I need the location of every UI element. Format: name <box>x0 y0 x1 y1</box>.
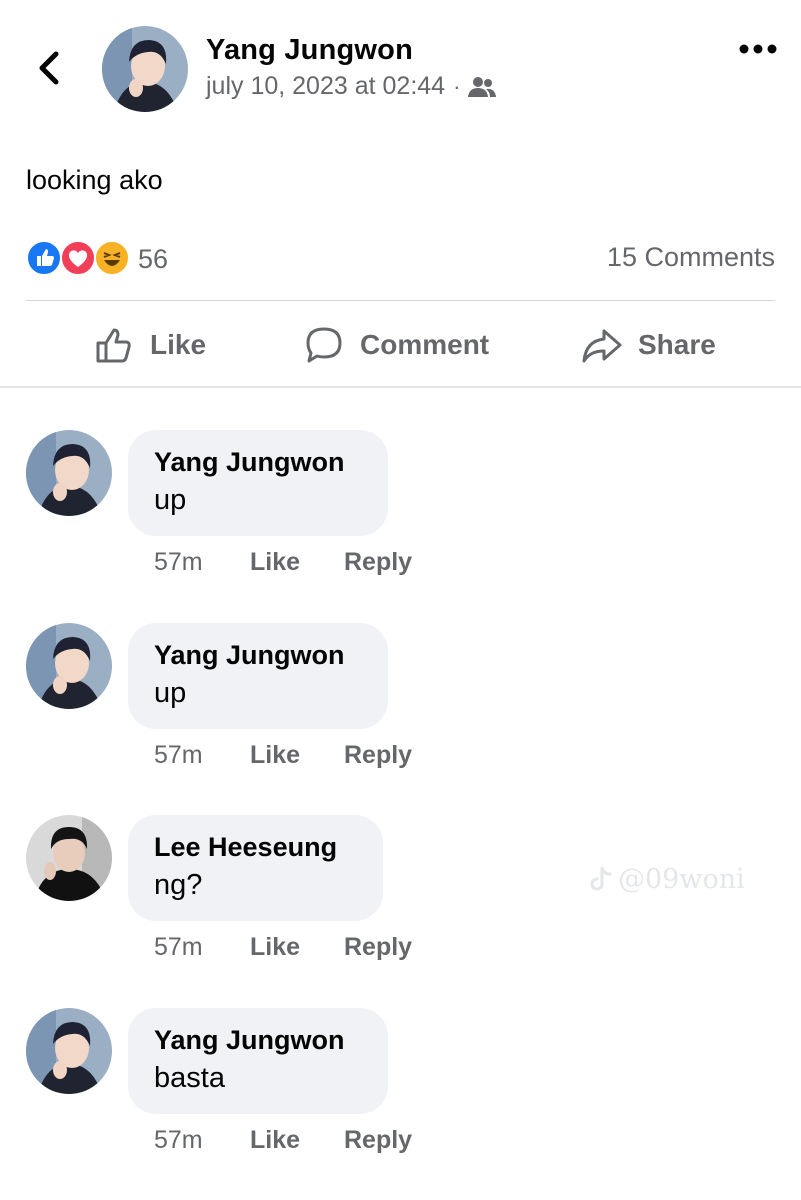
commenter-name[interactable]: Yang Jungwon <box>154 444 362 480</box>
reaction-count: 56 <box>138 243 169 274</box>
comment-bubble[interactable]: Yang Jungwon up <box>128 430 388 536</box>
commenter-avatar[interactable] <box>26 430 112 516</box>
thumbs-up-icon <box>96 328 131 363</box>
love-reaction-icon <box>60 240 96 276</box>
post-timestamp[interactable]: july 10, 2023 at 02:44 <box>206 72 445 101</box>
comment-like-button[interactable]: Like <box>250 1126 344 1155</box>
comment-item: Yang Jungwon basta 57m Like Reply <box>0 1008 801 1178</box>
share-button-label: Share <box>638 329 716 360</box>
comment-footer: 57m Like Reply <box>154 1126 412 1155</box>
like-button[interactable]: Like <box>92 318 206 372</box>
commenter-name[interactable]: Yang Jungwon <box>154 1022 362 1058</box>
comment-time: 57m <box>154 1126 203 1154</box>
divider <box>26 300 775 301</box>
comment-time: 57m <box>154 741 203 769</box>
comment-button-label: Comment <box>360 329 490 360</box>
post-meta: july 10, 2023 at 02:44 · <box>206 72 497 101</box>
comment-reply-button[interactable]: Reply <box>344 548 412 577</box>
comment-bubble[interactable]: Yang Jungwon basta <box>128 1008 388 1114</box>
comment-reply-button[interactable]: Reply <box>344 933 412 962</box>
post-actions-bar: Like Comment Share <box>0 318 801 372</box>
commenter-name[interactable]: Yang Jungwon <box>154 637 362 673</box>
comment-like-button[interactable]: Like <box>250 933 344 962</box>
comment-footer: 57m Like Reply <box>154 548 412 577</box>
comment-reply-button[interactable]: Reply <box>344 1126 412 1155</box>
comment-item: Yang Jungwon up 57m Like Reply <box>0 430 801 600</box>
back-chevron-icon[interactable] <box>32 48 68 88</box>
comment-text: basta <box>154 1062 225 1094</box>
post-author-name[interactable]: Yang Jungwon <box>206 34 413 67</box>
post-text: looking ako <box>26 165 163 195</box>
comment-item: Yang Jungwon up 57m Like Reply <box>0 623 801 793</box>
comment-time: 57m <box>154 548 203 576</box>
tiktok-icon <box>590 866 612 890</box>
author-avatar[interactable] <box>102 26 188 112</box>
speech-bubble-icon <box>306 327 342 363</box>
comment-like-button[interactable]: Like <box>250 548 344 577</box>
watermark-handle: @09woni <box>618 864 745 895</box>
comment-footer: 57m Like Reply <box>154 933 412 962</box>
comment-bubble[interactable]: Yang Jungwon up <box>128 623 388 729</box>
comment-text: up <box>154 677 187 709</box>
reactions-summary[interactable]: 56 <box>26 240 168 278</box>
comment-like-button[interactable]: Like <box>250 741 344 770</box>
like-reaction-icon <box>26 240 62 276</box>
commenter-name[interactable]: Lee Heeseung <box>154 829 357 865</box>
comment-text: ng? <box>154 869 203 901</box>
share-button[interactable]: Share <box>580 318 716 372</box>
comments-count-link[interactable]: 15 Comments <box>607 242 775 273</box>
share-arrow-icon <box>582 329 622 363</box>
more-options-icon[interactable] <box>738 36 778 62</box>
comment-footer: 57m Like Reply <box>154 741 412 770</box>
comment-text: up <box>154 484 187 516</box>
comment-button[interactable]: Comment <box>302 318 489 372</box>
meta-separator: · <box>453 73 461 99</box>
tiktok-watermark: @09woni <box>588 864 745 895</box>
divider <box>0 386 801 388</box>
commenter-avatar[interactable] <box>26 1008 112 1094</box>
haha-reaction-icon <box>94 240 130 276</box>
comment-reply-button[interactable]: Reply <box>344 741 412 770</box>
comment-bubble[interactable]: Lee Heeseung ng? <box>128 815 383 921</box>
commenter-avatar[interactable] <box>26 623 112 709</box>
commenter-avatar[interactable] <box>26 815 112 901</box>
comment-time: 57m <box>154 933 203 961</box>
comment-item: Lee Heeseung ng? 57m Like Reply <box>0 815 801 985</box>
like-button-label: Like <box>150 329 207 360</box>
friends-icon[interactable] <box>468 76 497 98</box>
